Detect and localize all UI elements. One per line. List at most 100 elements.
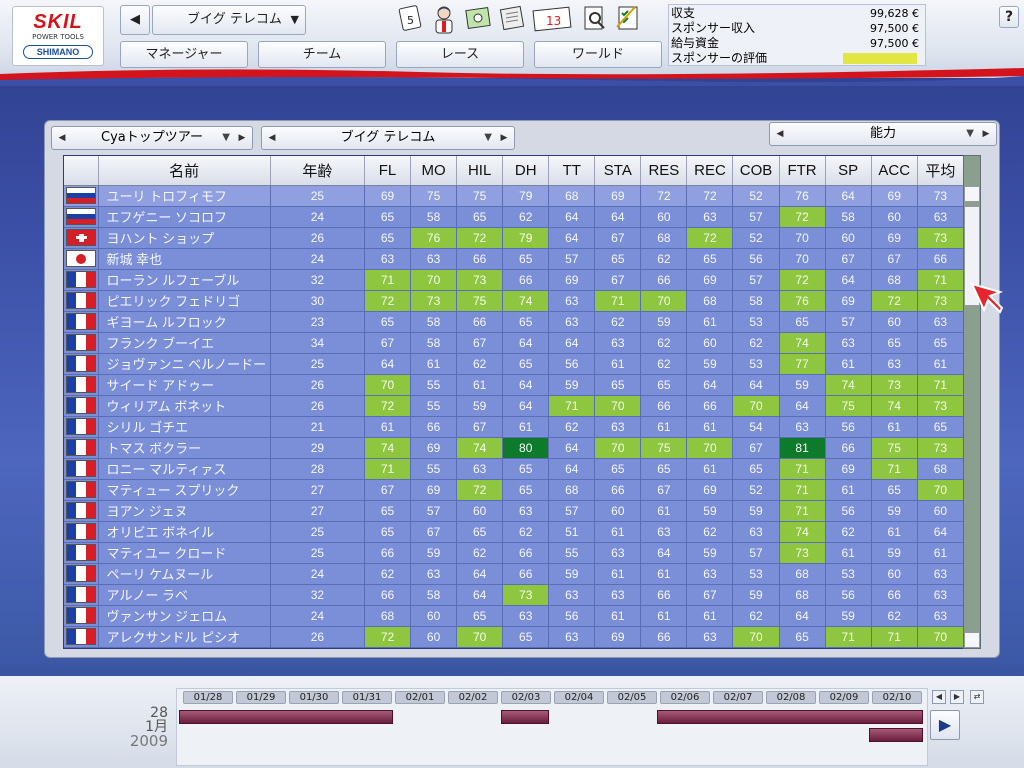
calendar-date-tab[interactable]: 01/31 — [342, 691, 392, 704]
calendar-date-tab[interactable]: 02/05 — [607, 691, 657, 704]
rider-name[interactable]: マティュー スプリック — [98, 479, 271, 501]
bank-note-icon[interactable] — [462, 3, 494, 35]
table-row[interactable]: ギヨーム ルフロック 23 65 58 66 65 63 62 59 61 53 65 57 60 63 — [64, 311, 965, 333]
table-row[interactable]: ペーリ ケムヌール 24 62 63 64 66 59 61 61 63 53 68 53 60 63 — [64, 563, 965, 585]
chevron-right-icon[interactable]: ▶ — [496, 127, 512, 149]
race-dropdown[interactable]: ◀ Cyaトップツアー ▼ ▶ — [51, 126, 253, 150]
column-header[interactable]: 名前 — [98, 156, 271, 186]
rider-name[interactable]: ジョヴァンニ ベルノードー — [98, 353, 271, 375]
calendar-date-tab[interactable]: 01/30 — [289, 691, 339, 704]
chevron-right-icon[interactable]: ▶ — [234, 127, 250, 149]
chevron-left-icon[interactable]: ◀ — [772, 123, 788, 145]
race-bar[interactable] — [179, 710, 393, 724]
table-row[interactable]: マティユー クロード 25 66 59 62 66 55 63 64 59 57 73 61 59 61 — [64, 542, 965, 564]
calendar-next-button[interactable]: ▶ — [950, 690, 964, 704]
column-header[interactable]: 平均 — [917, 156, 965, 186]
cyclist-icon[interactable] — [428, 3, 460, 35]
search-doc-icon[interactable] — [578, 3, 610, 35]
table-row[interactable]: フランク ブーイエ 34 67 58 67 64 64 63 62 60 62 74 63 65 65 — [64, 332, 965, 354]
rider-name[interactable]: ユーリ トロフィモフ — [98, 185, 271, 207]
race-bar[interactable] — [869, 728, 923, 742]
table-row[interactable]: トマス ボクラー 29 74 69 74 80 64 70 75 70 67 81 66 75 73 — [64, 437, 965, 459]
column-header[interactable]: ACC — [871, 156, 918, 186]
column-header[interactable]: REC — [686, 156, 734, 186]
table-row[interactable]: ロニー マルティァス 28 71 55 63 65 64 65 65 61 65 71 69 71 68 — [64, 458, 965, 480]
rider-name[interactable]: ヴァンサン ジェロム — [98, 605, 271, 627]
race-bar[interactable] — [657, 710, 923, 724]
checklist-icon[interactable] — [612, 3, 644, 35]
calendar-date-tab[interactable]: 02/03 — [501, 691, 551, 704]
column-header[interactable]: COB — [732, 156, 780, 186]
table-row[interactable]: ヴァンサン ジェロム 24 68 60 65 63 56 61 61 61 62 64 59 62 63 — [64, 605, 965, 627]
calendar-date-tab[interactable]: 02/10 — [872, 691, 922, 704]
team-dropdown[interactable]: ブイグ テレコム ▼ — [152, 5, 306, 35]
column-header[interactable]: 年齢 — [270, 156, 365, 186]
column-header[interactable]: FL — [364, 156, 412, 186]
chevron-left-icon[interactable]: ◀ — [54, 127, 70, 149]
table-row[interactable]: ユーリ トロフィモフ 25 69 75 75 79 68 69 72 72 52 76 64 69 73 — [64, 185, 965, 207]
help-button[interactable]: ? — [999, 6, 1019, 28]
rider-name[interactable]: ローラン ルフェーブル — [98, 269, 271, 291]
rider-name[interactable]: オリビエ ボネイル — [98, 521, 271, 543]
calendar-date-tab[interactable]: 02/08 — [766, 691, 816, 704]
race-bar[interactable] — [501, 710, 549, 724]
view-mode-dropdown[interactable]: ◀ 能力 ▼ ▶ — [769, 122, 997, 146]
rider-name[interactable]: アレクサンドル ピシオ — [98, 626, 271, 648]
calendar-date-tab[interactable]: 01/29 — [236, 691, 286, 704]
column-header[interactable]: TT — [548, 156, 596, 186]
column-header[interactable]: DH — [502, 156, 550, 186]
table-row[interactable]: ウィリアム ボネット 26 72 55 59 64 71 70 66 66 70 64 75 74 73 — [64, 395, 965, 417]
table-row[interactable]: サイード アドゥー 26 70 55 61 64 59 65 65 64 64 59 74 73 71 — [64, 374, 965, 396]
table-row[interactable]: ジョヴァンニ ベルノードー 25 64 61 62 65 56 61 62 59 53 77 61 63 6… — [64, 353, 965, 375]
table-scrollbar[interactable] — [963, 155, 981, 649]
rider-name[interactable]: シリル ゴチエ — [98, 416, 271, 438]
rider-name[interactable]: ヨアン ジェヌ — [98, 500, 271, 522]
table-row[interactable]: シリル ゴチエ 21 61 66 67 61 62 63 61 61 54 63 56 61 65 — [64, 416, 965, 438]
rider-name[interactable]: サイード アドゥー — [98, 374, 271, 396]
column-header[interactable]: SP — [825, 156, 872, 186]
table-row[interactable]: 新城 幸也 24 63 63 66 65 57 65 62 65 56 70 67 67 66 — [64, 248, 965, 270]
rider-name[interactable]: アルノー ラベ — [98, 584, 271, 606]
table-row[interactable]: ヨアン ジェヌ 27 65 57 60 63 57 60 61 59 59 71 56 59 60 — [64, 500, 965, 522]
calendar-date-tab[interactable]: 02/02 — [448, 691, 498, 704]
column-header[interactable]: STA — [594, 156, 642, 186]
calendar-date-tab[interactable]: 01/28 — [183, 691, 233, 704]
column-header[interactable]: MO — [410, 156, 458, 186]
table-row[interactable]: マティュー スプリック 27 67 69 72 65 68 66 67 69 52 71 61 65 70 — [64, 479, 965, 501]
calendar-date-tab[interactable]: 02/07 — [713, 691, 763, 704]
table-row[interactable]: アレクサンドル ピシオ 26 72 60 70 65 63 69 66 63 70 65 71 71 70 — [64, 626, 965, 648]
calendar-13-icon[interactable]: 13 — [530, 3, 574, 35]
table-row[interactable]: ピエリック フェドリゴ 30 72 73 75 74 63 71 70 68 58 76 69 72 73 — [64, 290, 965, 312]
scroll-up-button[interactable] — [964, 186, 980, 202]
column-header[interactable]: HIL — [456, 156, 504, 186]
continue-play-button[interactable]: ▶ — [930, 710, 960, 740]
table-row[interactable]: ヨハント ショップ 26 65 76 72 79 64 67 68 72 52 70 60 69 73 — [64, 227, 965, 249]
team-filter-dropdown[interactable]: ◀ ブイグ テレコム ▼ ▶ — [261, 126, 515, 150]
rider-name[interactable]: エフゲニー ソコロフ — [98, 206, 271, 228]
chevron-right-icon[interactable]: ▶ — [978, 123, 994, 145]
table-row[interactable]: エフゲニー ソコロフ 24 65 58 65 62 64 64 60 63 57 72 58 60 63 — [64, 206, 965, 228]
table-row[interactable]: アルノー ラベ 32 66 58 64 73 63 63 66 67 59 68 56 66 63 — [64, 584, 965, 606]
calendar-date-tab[interactable]: 02/04 — [554, 691, 604, 704]
chevron-left-icon[interactable]: ◀ — [264, 127, 280, 149]
rider-name[interactable]: 新城 幸也 — [98, 248, 271, 270]
newspaper-icon[interactable] — [496, 3, 528, 35]
rider-name[interactable]: ヨハント ショップ — [98, 227, 271, 249]
calendar-date-tab[interactable]: 02/09 — [819, 691, 869, 704]
scroll-down-button[interactable] — [964, 632, 980, 648]
calendar-prev-button[interactable]: ◀ — [932, 690, 946, 704]
rider-name[interactable]: ピエリック フェドリゴ — [98, 290, 271, 312]
column-header[interactable]: FTR — [779, 156, 826, 186]
calendar-date-tab[interactable]: 02/06 — [660, 691, 710, 704]
table-row[interactable]: ローラン ルフェーブル 32 71 70 73 66 69 67 66 69 57 72 64 68 71 — [64, 269, 965, 291]
table-row[interactable]: オリビエ ボネイル 25 65 67 65 62 51 61 63 62 63 74 62 61 64 — [64, 521, 965, 543]
calendar-date-tab[interactable]: 02/01 — [395, 691, 445, 704]
rider-name[interactable]: ロニー マルティァス — [98, 458, 271, 480]
calendar-refresh-button[interactable]: ⇄ — [970, 690, 984, 704]
column-header[interactable]: RES — [640, 156, 688, 186]
calendar-5-icon[interactable]: 5 — [394, 3, 426, 35]
rider-name[interactable]: ギヨーム ルフロック — [98, 311, 271, 333]
rider-name[interactable]: マティユー クロード — [98, 542, 271, 564]
team-prev-button[interactable]: ◀ — [120, 5, 150, 35]
rider-name[interactable]: ウィリアム ボネット — [98, 395, 271, 417]
